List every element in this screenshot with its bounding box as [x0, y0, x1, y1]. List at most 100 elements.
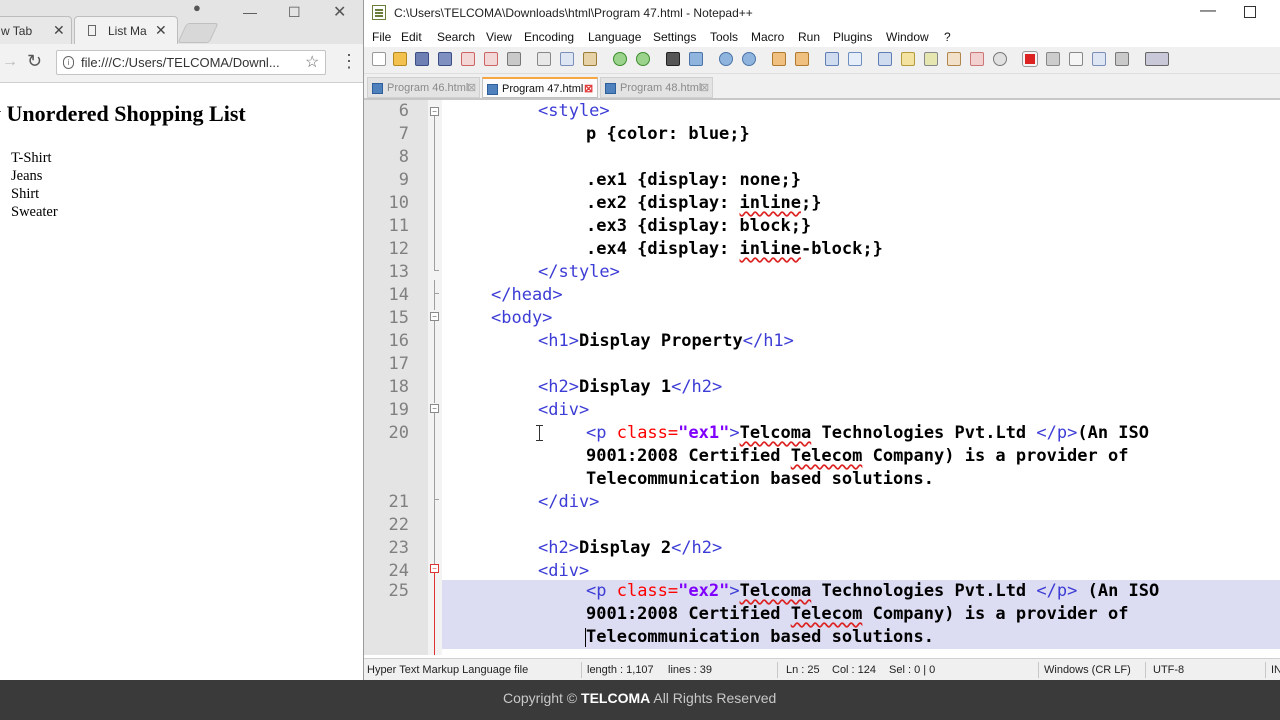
code-token: </div> — [538, 492, 600, 512]
find-icon[interactable] — [666, 52, 680, 66]
notepad-app-icon[interactable] — [372, 5, 386, 20]
code-text: <h2>Display 1</h2> — [538, 377, 722, 397]
record-macro-icon[interactable] — [1022, 51, 1038, 67]
copy-icon[interactable] — [560, 52, 574, 66]
code-token: <h1> — [538, 331, 579, 351]
cut-icon[interactable] — [537, 52, 551, 66]
title-bar: C:\Users\TELCOMA\Downloads\html\Program … — [364, 0, 1280, 28]
print-icon[interactable] — [507, 52, 521, 66]
code-text: <h1>Display Property</h1> — [538, 331, 794, 351]
menu-macro[interactable]: Macro — [751, 30, 784, 44]
undo-icon[interactable] — [613, 52, 627, 66]
save-macro-icon[interactable] — [1115, 52, 1129, 66]
run-macro-multiple-icon[interactable] — [1092, 52, 1106, 66]
code-text: <div> — [538, 400, 589, 420]
code-token: .ex2 {display: — [586, 193, 740, 213]
sync-horizontal-icon[interactable] — [795, 52, 809, 66]
code-token: -block;} — [800, 239, 883, 259]
new-file-icon[interactable] — [372, 52, 386, 66]
close-icon[interactable] — [461, 52, 475, 66]
tab-program-47[interactable]: Program 47.html ⊠ — [482, 77, 598, 98]
address-url[interactable]: file:///C:/Users/TELCOMA/Downl... — [81, 55, 280, 70]
line-number: 21 — [388, 492, 409, 512]
new-tab-button[interactable] — [177, 23, 219, 43]
profile-icon[interactable]: ● — [193, 0, 201, 15]
menu-plugins[interactable]: Plugins — [833, 30, 872, 44]
text-caret — [585, 628, 586, 647]
browser-window: w Tab ✕ List Ma ✕ ● — ☐ ✕ → ↻ i file:///… — [0, 0, 363, 680]
language-icon[interactable] — [901, 52, 915, 66]
spell-check-icon[interactable] — [1145, 52, 1169, 66]
zoom-out-icon[interactable] — [742, 52, 756, 66]
close-window-icon[interactable]: ✕ — [333, 2, 346, 22]
maximize-icon[interactable] — [1244, 6, 1256, 18]
close-tab-icon[interactable]: ⊠ — [584, 82, 593, 95]
status-divider — [777, 662, 778, 678]
stop-macro-icon[interactable] — [1046, 52, 1060, 66]
menu-window[interactable]: Window — [886, 30, 929, 44]
paste-icon[interactable] — [583, 52, 597, 66]
status-column: Col : 124 — [832, 664, 877, 676]
close-tab-icon[interactable]: ⊠ — [467, 81, 476, 94]
minimize-icon[interactable]: — — [1200, 2, 1216, 20]
menu-search[interactable]: Search — [437, 30, 475, 44]
menu-edit[interactable]: Edit — [401, 30, 422, 44]
code-token: Company) is a provider of — [862, 446, 1129, 466]
menu-view[interactable]: View — [486, 30, 512, 44]
code-token: <style> — [538, 101, 610, 121]
forward-icon[interactable]: → — [2, 53, 18, 71]
code-line: 13 </style> — [364, 261, 1280, 284]
redo-icon[interactable] — [636, 52, 650, 66]
tab-program-48[interactable]: Program 48.html ⊠ — [600, 77, 713, 98]
zoom-in-icon[interactable] — [719, 52, 733, 66]
menu-tools[interactable]: Tools — [710, 30, 738, 44]
line-number: 19 — [388, 400, 409, 420]
function-list-icon[interactable] — [947, 52, 961, 66]
replace-icon[interactable] — [689, 52, 703, 66]
open-file-icon[interactable] — [393, 52, 407, 66]
indent-guide-icon[interactable] — [878, 52, 892, 66]
tab-program-46[interactable]: Program 46.html ⊠ — [367, 77, 480, 98]
close-tab-icon[interactable]: ⊠ — [700, 81, 709, 94]
maximize-icon[interactable]: ☐ — [288, 4, 301, 21]
bookmark-star-icon[interactable]: ☆ — [305, 52, 319, 72]
show-all-chars-icon[interactable] — [848, 52, 862, 66]
menu-language[interactable]: Language — [588, 30, 641, 44]
monitoring-icon[interactable] — [993, 52, 1007, 66]
code-editor[interactable]: − − − − 6 <style> 7 p {color: blue;} 8 9… — [364, 100, 1280, 655]
play-macro-icon[interactable] — [1069, 52, 1083, 66]
menu-help[interactable]: ? — [944, 30, 951, 44]
code-token: </style> — [538, 262, 620, 282]
code-text: 9001:2008 Certified Telecom Company) is … — [586, 604, 1128, 624]
sync-vertical-icon[interactable] — [772, 52, 786, 66]
tab-label: List Ma — [108, 24, 147, 38]
save-icon[interactable] — [415, 52, 429, 66]
minimize-icon[interactable]: — — [243, 4, 257, 20]
code-token: <p — [586, 423, 617, 443]
menu-file[interactable]: File — [372, 30, 391, 44]
code-line-wrap: 9001:2008 Certified Telecom Company) is … — [364, 445, 1280, 468]
word-wrap-icon[interactable] — [825, 52, 839, 66]
code-token: <h2> — [538, 538, 579, 558]
code-token: ;} — [800, 193, 822, 213]
line-number: 12 — [388, 239, 409, 259]
close-all-icon[interactable] — [484, 52, 498, 66]
code-line: 11 .ex3 {display: block;} — [364, 215, 1280, 238]
line-number: 8 — [398, 147, 409, 167]
browser-tab-new-tab[interactable]: w Tab ✕ — [0, 16, 72, 44]
info-icon[interactable]: i — [63, 56, 74, 69]
close-tab-icon[interactable]: ✕ — [155, 22, 167, 39]
menu-run[interactable]: Run — [798, 30, 820, 44]
code-token: Display 1 — [578, 377, 672, 397]
menu-settings[interactable]: Settings — [653, 30, 696, 44]
address-bar[interactable]: i file:///C:/Users/TELCOMA/Downl... ☆ — [56, 50, 326, 75]
browser-menu-icon[interactable]: ⋮ — [340, 51, 358, 72]
code-token: <div> — [538, 400, 590, 420]
close-tab-icon[interactable]: ✕ — [53, 22, 65, 39]
doc-map-icon[interactable] — [924, 52, 938, 66]
reload-icon[interactable]: ↻ — [27, 51, 42, 72]
browser-tab-list[interactable]: List Ma ✕ — [74, 16, 178, 44]
folder-workspace-icon[interactable] — [970, 52, 984, 66]
menu-encoding[interactable]: Encoding — [524, 30, 574, 44]
save-all-icon[interactable] — [438, 52, 452, 66]
